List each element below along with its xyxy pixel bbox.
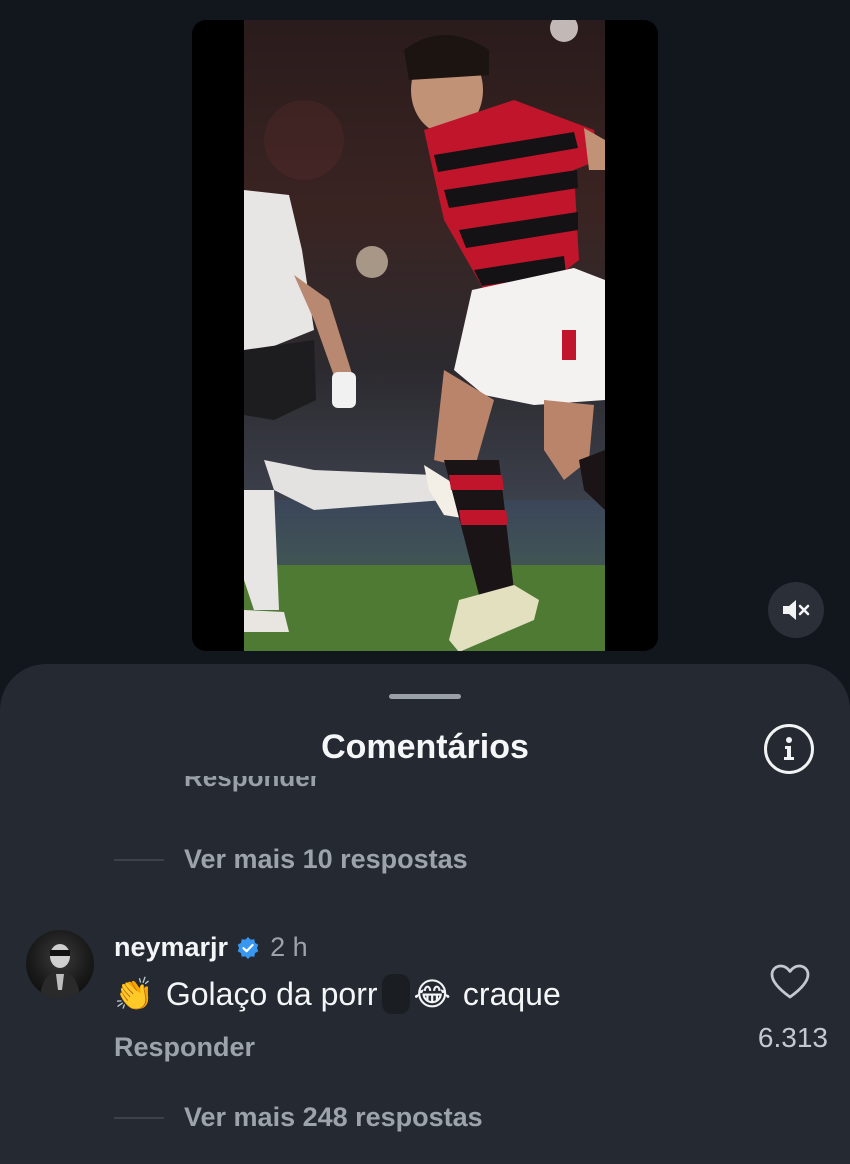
reply-thread-line <box>114 1116 164 1119</box>
heart-icon[interactable] <box>770 964 810 1000</box>
censored-blur <box>381 974 410 1014</box>
comments-sheet: Comentários Responder Ver mais 10 respos… <box>0 664 850 1164</box>
view-more-replies-below[interactable]: Ver mais 248 respostas <box>114 1102 483 1133</box>
speaker-muted-icon <box>783 600 810 620</box>
clapping-hands-emoji: 👏 <box>114 975 154 1013</box>
sheet-grabber[interactable] <box>389 694 461 699</box>
info-icon <box>784 737 794 760</box>
comment-username[interactable]: neymarjr <box>114 932 228 963</box>
laughing-emoji: 😂 <box>413 975 451 1013</box>
comment-timestamp: 2 h <box>270 932 308 962</box>
like-count: 6.313 <box>757 1022 828 1053</box>
reply-button[interactable]: Responder <box>114 1032 255 1063</box>
view-more-replies-above[interactable]: Ver mais 10 respostas <box>114 844 468 875</box>
info-button[interactable] <box>764 724 814 774</box>
sheet-title: Comentários <box>321 728 529 766</box>
comment-item: neymarjr 2 h 👏 Golaço da porr 😂 craque R… <box>26 930 828 1070</box>
video-player[interactable] <box>192 20 658 651</box>
previous-reply-link[interactable]: Responder <box>184 776 320 802</box>
avatar-image <box>40 944 80 998</box>
reply-thread-line <box>114 858 164 861</box>
mute-button[interactable] <box>768 582 824 638</box>
comment-body: 👏 Golaço da porr 😂 craque <box>114 974 561 1014</box>
avatar[interactable] <box>26 930 94 998</box>
video-frame-image <box>244 20 605 651</box>
comment-text-part1: Golaço da porr <box>165 975 378 1012</box>
comment-text-part2: craque <box>462 975 561 1012</box>
verified-badge-icon <box>237 936 259 959</box>
